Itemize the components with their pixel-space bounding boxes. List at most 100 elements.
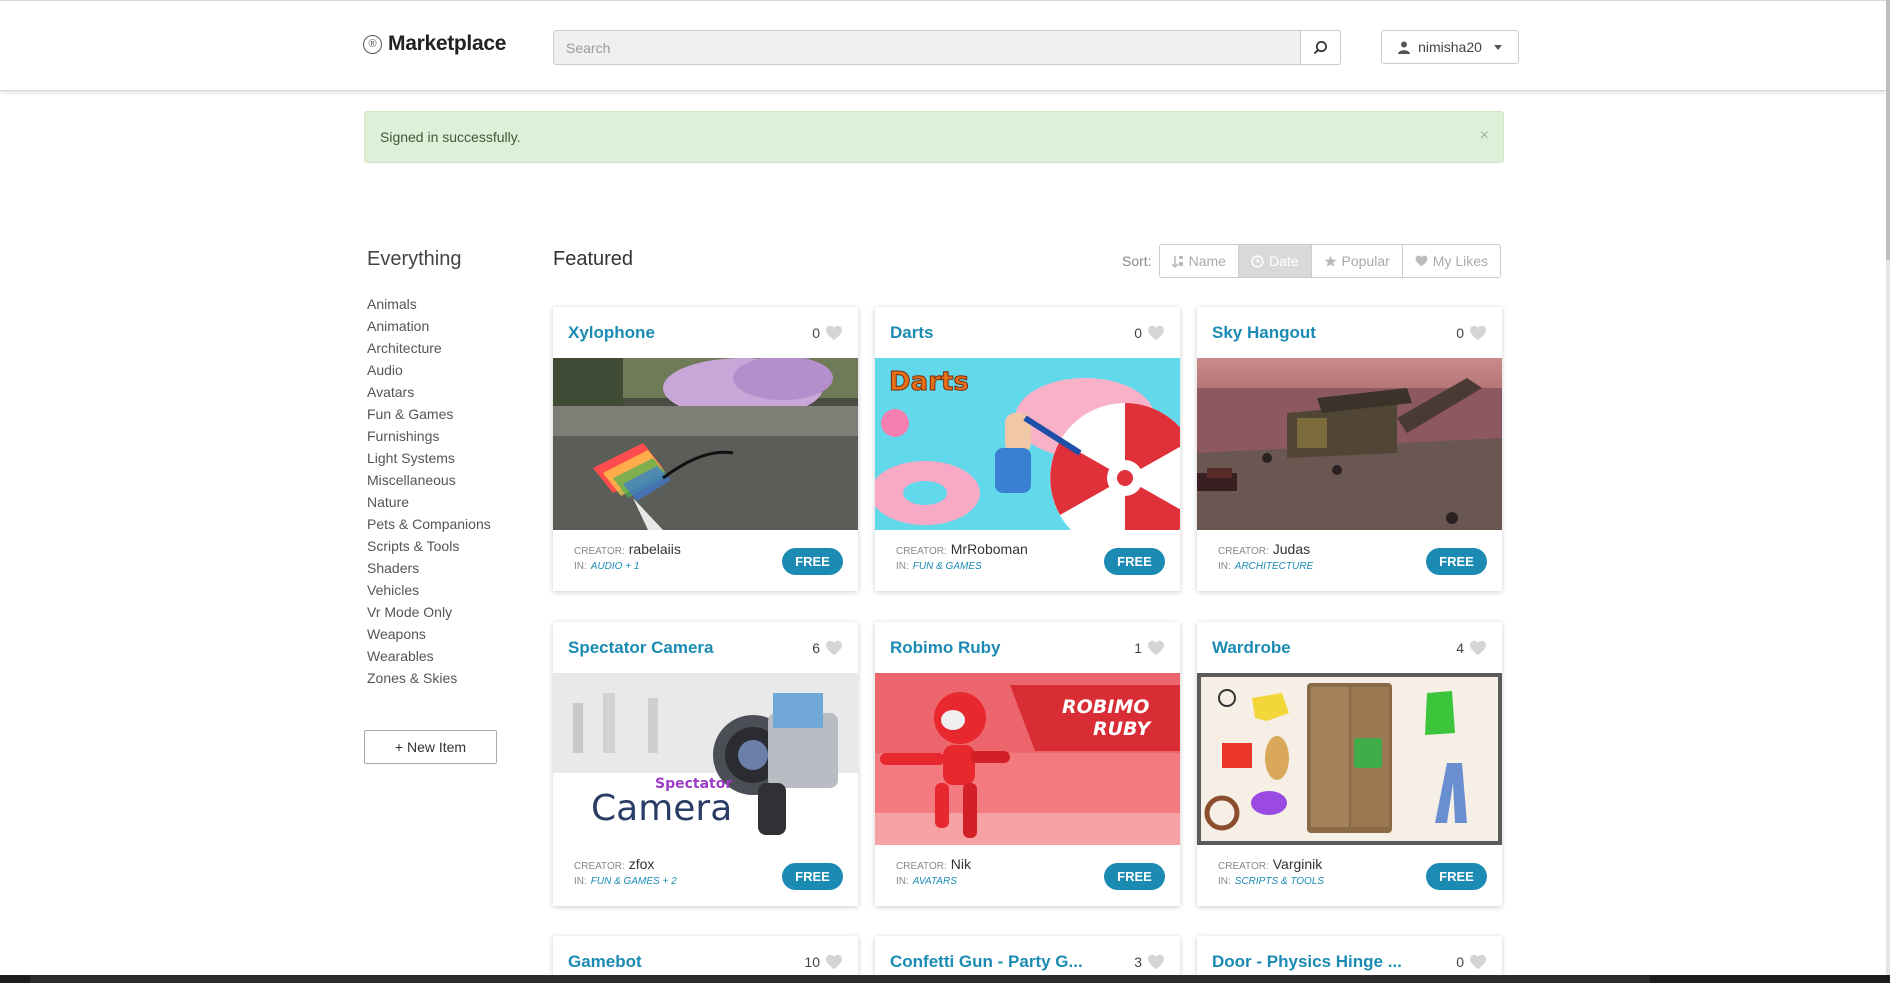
item-thumbnail[interactable] — [1197, 358, 1502, 530]
creator-name[interactable]: Judas — [1273, 541, 1310, 557]
like-count[interactable]: 0 — [1456, 325, 1487, 341]
item-thumbnail[interactable] — [1197, 673, 1502, 845]
like-count[interactable]: 3 — [1134, 954, 1165, 970]
category-link[interactable]: Vehicles — [367, 579, 491, 601]
category-link[interactable]: Zones & Skies — [367, 667, 491, 689]
free-button[interactable]: FREE — [782, 863, 843, 890]
item-thumbnail[interactable]: ROBIMO RUBY — [875, 673, 1180, 845]
free-button[interactable]: FREE — [1104, 548, 1165, 575]
robimo-image-text-line1: ROBIMO — [1062, 696, 1149, 718]
category-link[interactable]: Light Systems — [367, 447, 491, 469]
search-input[interactable] — [554, 31, 1300, 64]
item-title[interactable]: Darts — [890, 323, 933, 343]
like-count-value: 4 — [1456, 639, 1464, 656]
category-link[interactable]: Nature — [367, 491, 491, 513]
close-icon[interactable]: × — [1480, 127, 1489, 145]
heart-icon[interactable] — [825, 640, 843, 656]
new-item-button[interactable]: + New Item — [364, 730, 497, 764]
item-title[interactable]: Wardrobe — [1212, 638, 1291, 658]
heart-icon[interactable] — [825, 954, 843, 970]
like-count[interactable]: 0 — [1456, 954, 1487, 970]
item-thumbnail[interactable]: Spectator Camera — [553, 673, 858, 845]
sort-popular-button[interactable]: Popular — [1311, 245, 1403, 277]
category-link[interactable]: Fun & Games — [367, 403, 491, 425]
category-link[interactable]: Wearables — [367, 645, 491, 667]
sort-my-likes-button[interactable]: My Likes — [1402, 245, 1501, 277]
item-card[interactable]: Confetti Gun - Party G... 3 — [875, 936, 1180, 975]
category-link[interactable]: Animals — [367, 293, 491, 315]
creator-label: CREATOR: — [896, 861, 947, 872]
like-count-value: 0 — [1456, 324, 1464, 341]
heart-icon[interactable] — [1469, 954, 1487, 970]
category-link[interactable]: Weapons — [367, 623, 491, 645]
item-title[interactable]: Xylophone — [568, 323, 655, 343]
item-title[interactable]: Confetti Gun - Party G... — [890, 952, 1083, 972]
item-categories[interactable]: ARCHITECTURE — [1235, 561, 1313, 572]
item-categories[interactable]: AVATARS — [913, 876, 957, 887]
item-categories[interactable]: FUN & GAMES + 2 — [591, 876, 677, 887]
item-categories[interactable]: FUN & GAMES — [913, 561, 982, 572]
category-link[interactable]: Animation — [367, 315, 491, 337]
free-button[interactable]: FREE — [1426, 863, 1487, 890]
search-button[interactable] — [1300, 31, 1340, 64]
item-title[interactable]: Robimo Ruby — [890, 638, 1001, 658]
sort-date-button[interactable]: Date — [1238, 245, 1312, 277]
item-card[interactable]: Robimo Ruby 1 ROBIMO RUBY CREATOR: Nik IN… — [875, 622, 1180, 906]
vertical-scrollbar[interactable] — [1886, 0, 1890, 983]
free-button[interactable]: FREE — [1426, 548, 1487, 575]
item-card[interactable]: Wardrobe 4 CREATOR: Varginik IN: SCRIPTS &… — [1197, 622, 1502, 906]
item-title[interactable]: Door - Physics Hinge ... — [1212, 952, 1402, 972]
heart-icon[interactable] — [1469, 325, 1487, 341]
sort-label: Sort: — [1122, 253, 1152, 269]
heart-icon[interactable] — [825, 325, 843, 341]
item-title[interactable]: Gamebot — [568, 952, 642, 972]
scrollbar-thumb[interactable] — [1886, 0, 1890, 260]
sort-name-button[interactable]: Name — [1159, 245, 1239, 277]
like-count[interactable]: 4 — [1456, 640, 1487, 656]
creator-label: CREATOR: — [574, 546, 625, 557]
in-label: IN: — [574, 561, 587, 572]
item-title[interactable]: Spectator Camera — [568, 638, 714, 658]
free-button[interactable]: FREE — [1104, 863, 1165, 890]
creator-name[interactable]: MrRoboman — [951, 541, 1028, 557]
item-card[interactable]: Sky Hangout 0 CREATOR: Judas IN: ARCHITECT… — [1197, 307, 1502, 591]
category-link[interactable]: Vr Mode Only — [367, 601, 491, 623]
item-card[interactable]: Darts 0 Darts CREATOR: MrRoboman IN: FUN &… — [875, 307, 1180, 591]
like-count[interactable]: 0 — [812, 325, 843, 341]
user-menu-button[interactable]: nimisha20 — [1381, 30, 1519, 64]
item-title[interactable]: Sky Hangout — [1212, 323, 1316, 343]
item-card[interactable]: Spectator Camera 6 Spectator Camera CREA… — [553, 622, 858, 906]
category-link[interactable]: Scripts & Tools — [367, 535, 491, 557]
like-count[interactable]: 6 — [812, 640, 843, 656]
heart-icon[interactable] — [1147, 640, 1165, 656]
item-thumbnail[interactable] — [553, 358, 858, 530]
item-card[interactable]: Door - Physics Hinge ... 0 — [1197, 936, 1502, 975]
heart-icon[interactable] — [1147, 954, 1165, 970]
item-card[interactable]: Xylophone 0 CREATOR: rabelaiis IN: AUDIO +… — [553, 307, 858, 591]
category-link[interactable]: Avatars — [367, 381, 491, 403]
creator-name[interactable]: Varginik — [1273, 856, 1323, 872]
wardrobe-thumbnail — [1197, 673, 1502, 845]
category-link[interactable]: Miscellaneous — [367, 469, 491, 491]
item-categories[interactable]: AUDIO + 1 — [591, 561, 640, 572]
creator-name[interactable]: rabelaiis — [629, 541, 681, 557]
heart-icon[interactable] — [1147, 325, 1165, 341]
sidebar-title[interactable]: Everything — [367, 248, 462, 271]
category-link[interactable]: Pets & Companions — [367, 513, 491, 535]
category-link[interactable]: Furnishings — [367, 425, 491, 447]
like-count[interactable]: 0 — [1134, 325, 1165, 341]
item-thumbnail[interactable]: Darts — [875, 358, 1180, 530]
category-link[interactable]: Shaders — [367, 557, 491, 579]
like-count[interactable]: 10 — [804, 954, 843, 970]
heart-icon[interactable] — [1469, 640, 1487, 656]
free-button[interactable]: FREE — [782, 548, 843, 575]
category-link[interactable]: Audio — [367, 359, 491, 381]
marketplace-logo[interactable]: ® Marketplace — [363, 32, 506, 56]
creator-name[interactable]: zfox — [629, 856, 655, 872]
item-card[interactable]: Gamebot 10 — [553, 936, 858, 975]
in-label: IN: — [1218, 561, 1231, 572]
like-count[interactable]: 1 — [1134, 640, 1165, 656]
category-link[interactable]: Architecture — [367, 337, 491, 359]
item-categories[interactable]: SCRIPTS & TOOLS — [1235, 876, 1324, 887]
creator-name[interactable]: Nik — [951, 856, 971, 872]
